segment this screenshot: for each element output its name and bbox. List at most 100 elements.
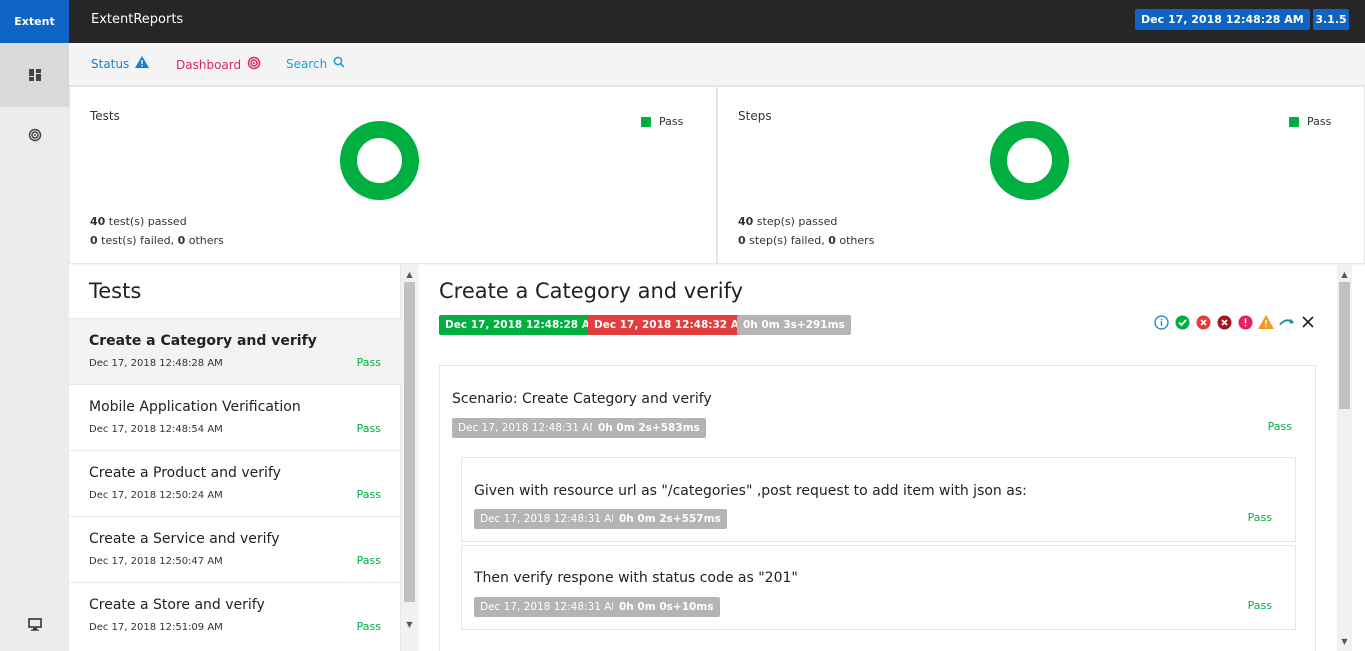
failed-stat: 0 test(s) failed, 0 others: [90, 234, 224, 247]
scrollbar-track[interactable]: ▲ ▼: [1337, 265, 1352, 651]
rail-item-environment[interactable]: [0, 610, 69, 640]
duration-badge: 0h 0m 3s+291ms: [737, 315, 851, 335]
step-duration-badge: 0h 0m 2s+557ms: [613, 509, 727, 529]
test-list-scrollbar[interactable]: ▲ ▼: [402, 265, 417, 651]
test-detail-title: Create a Category and verify: [439, 279, 744, 303]
scrollbar-thumb[interactable]: [404, 282, 415, 602]
step-text: Then verify respone with status code as …: [474, 570, 798, 586]
nav-search-link[interactable]: Search: [286, 56, 345, 71]
step-duration-badge: 0h 0m 0s+10ms: [613, 597, 720, 617]
status-label: Pass: [356, 488, 381, 501]
brand-logo[interactable]: Extent: [0, 0, 69, 43]
status-label: Pass: [1247, 599, 1272, 612]
status-label: Pass: [356, 356, 381, 369]
report-date-badge: Dec 17, 2018 12:48:28 AM: [1135, 9, 1310, 30]
scenario-node[interactable]: Scenario: Create Category and verify Dec…: [439, 365, 1316, 651]
monitor-icon: [27, 616, 42, 635]
test-name: Create a Category and verify: [89, 333, 317, 349]
list-item[interactable]: Create a Service and verify Dec 17, 2018…: [69, 516, 401, 582]
legend-swatch: [1289, 116, 1299, 127]
test-time: Dec 17, 2018 12:50:24 AM: [89, 490, 223, 501]
top-bar: Extent ExtentReports Dec 17, 2018 12:48:…: [0, 0, 1365, 43]
passed-text: step(s) passed: [753, 215, 838, 228]
passed-stat: 40 test(s) passed: [90, 215, 187, 228]
list-item[interactable]: Mobile Application Verification Dec 17, …: [69, 384, 401, 450]
passed-count: 40: [738, 215, 754, 228]
test-time: Dec 17, 2018 12:48:54 AM: [89, 424, 223, 435]
info-icon[interactable]: [1153, 314, 1169, 330]
card-title: Steps: [738, 109, 772, 123]
end-time-badge: Dec 17, 2018 12:48:32 AM: [588, 315, 756, 335]
rail-item-dashboard-view[interactable]: [0, 104, 69, 168]
chart-legend: Pass: [641, 115, 683, 128]
scenario-time-badge: Dec 17, 2018 12:48:31 AM: [452, 418, 605, 438]
others-text: others: [835, 234, 875, 247]
failed-text: test(s) failed,: [97, 234, 178, 247]
legend-swatch: [641, 116, 651, 127]
nav-dashboard-label: Dashboard: [176, 57, 242, 72]
rail-item-test-view[interactable]: [0, 43, 69, 107]
failed-stat: 0 step(s) failed, 0 others: [738, 234, 874, 247]
error-icon[interactable]: [1237, 314, 1253, 330]
scenario-duration-badge: 0h 0m 2s+583ms: [592, 418, 706, 438]
test-time: Dec 17, 2018 12:48:28 AM: [89, 358, 223, 369]
warning-icon[interactable]: [1258, 314, 1274, 330]
pass-icon[interactable]: [1174, 314, 1190, 330]
test-list-heading: Tests: [89, 279, 142, 303]
status-label: Pass: [1247, 511, 1272, 524]
passed-text: test(s) passed: [105, 215, 187, 228]
fatal-icon[interactable]: [1216, 314, 1232, 330]
warning-triangle-icon: [135, 56, 150, 71]
failed-count: 0: [90, 234, 98, 247]
others-text: others: [185, 234, 224, 247]
steps-donut-chart: [990, 121, 1069, 200]
radar-icon: [28, 127, 42, 146]
status-filter-bar: [1153, 314, 1316, 330]
list-item[interactable]: Create a Product and verify Dec 17, 2018…: [69, 450, 401, 516]
scroll-up-arrow-icon[interactable]: ▲: [402, 267, 417, 281]
app-title: ExtentReports: [91, 12, 184, 27]
nav-status-label: Status: [91, 56, 130, 71]
view-nav: Status Dashboard Search: [69, 43, 1365, 86]
step-text: Given with resource url as "/categories"…: [474, 483, 1027, 499]
test-name: Create a Store and verify: [89, 597, 265, 613]
skip-icon[interactable]: [1279, 314, 1295, 330]
failed-count: 0: [738, 234, 746, 247]
status-label: Pass: [356, 620, 381, 633]
start-time-badge: Dec 17, 2018 12:48:28 AM: [439, 315, 607, 335]
chart-legend: Pass: [1289, 115, 1331, 128]
fail-icon[interactable]: [1195, 314, 1211, 330]
scroll-up-arrow-icon[interactable]: ▲: [1337, 267, 1352, 281]
step-node[interactable]: Given with resource url as "/categories"…: [461, 457, 1296, 542]
list-item[interactable]: Create a Store and verify Dec 17, 2018 1…: [69, 582, 401, 648]
dashboard-grid-icon: [28, 66, 41, 85]
detail-scrollbar[interactable]: ▲ ▼: [1337, 265, 1365, 651]
nav-status-link[interactable]: Status: [91, 56, 150, 71]
side-rail: [0, 43, 69, 651]
steps-summary-card: Steps Pass 40 step(s) passed 0 step(s) f…: [717, 86, 1365, 264]
radar-icon: [247, 56, 261, 73]
test-name: Mobile Application Verification: [89, 399, 301, 415]
nav-dashboard-link[interactable]: Dashboard: [176, 56, 261, 73]
list-item[interactable]: Create a Category and verify Dec 17, 201…: [69, 318, 401, 384]
status-label: Pass: [1267, 420, 1292, 433]
legend-label: Pass: [1307, 115, 1332, 128]
test-name: Create a Service and verify: [89, 531, 280, 547]
scroll-down-arrow-icon[interactable]: ▼: [402, 617, 417, 631]
scenario-title: Scenario: Create Category and verify: [452, 391, 712, 407]
card-title: Tests: [90, 109, 120, 123]
passed-count: 40: [90, 215, 106, 228]
status-label: Pass: [356, 554, 381, 567]
test-detail-panel: Create a Category and verify Dec 17, 201…: [419, 265, 1337, 651]
step-time-badge: Dec 17, 2018 12:48:31 AM: [474, 597, 627, 617]
tests-summary-card: Tests Pass 40 test(s) passed 0 test(s) f…: [69, 86, 717, 264]
test-name: Create a Product and verify: [89, 465, 281, 481]
scroll-down-arrow-icon[interactable]: ▼: [1337, 634, 1352, 648]
status-label: Pass: [356, 422, 381, 435]
test-time: Dec 17, 2018 12:50:47 AM: [89, 556, 223, 567]
nav-search-label: Search: [286, 56, 328, 71]
scrollbar-thumb[interactable]: [1339, 282, 1350, 409]
legend-label: Pass: [659, 115, 684, 128]
step-node[interactable]: Then verify respone with status code as …: [461, 545, 1296, 630]
clear-filter-icon[interactable]: [1300, 314, 1316, 330]
